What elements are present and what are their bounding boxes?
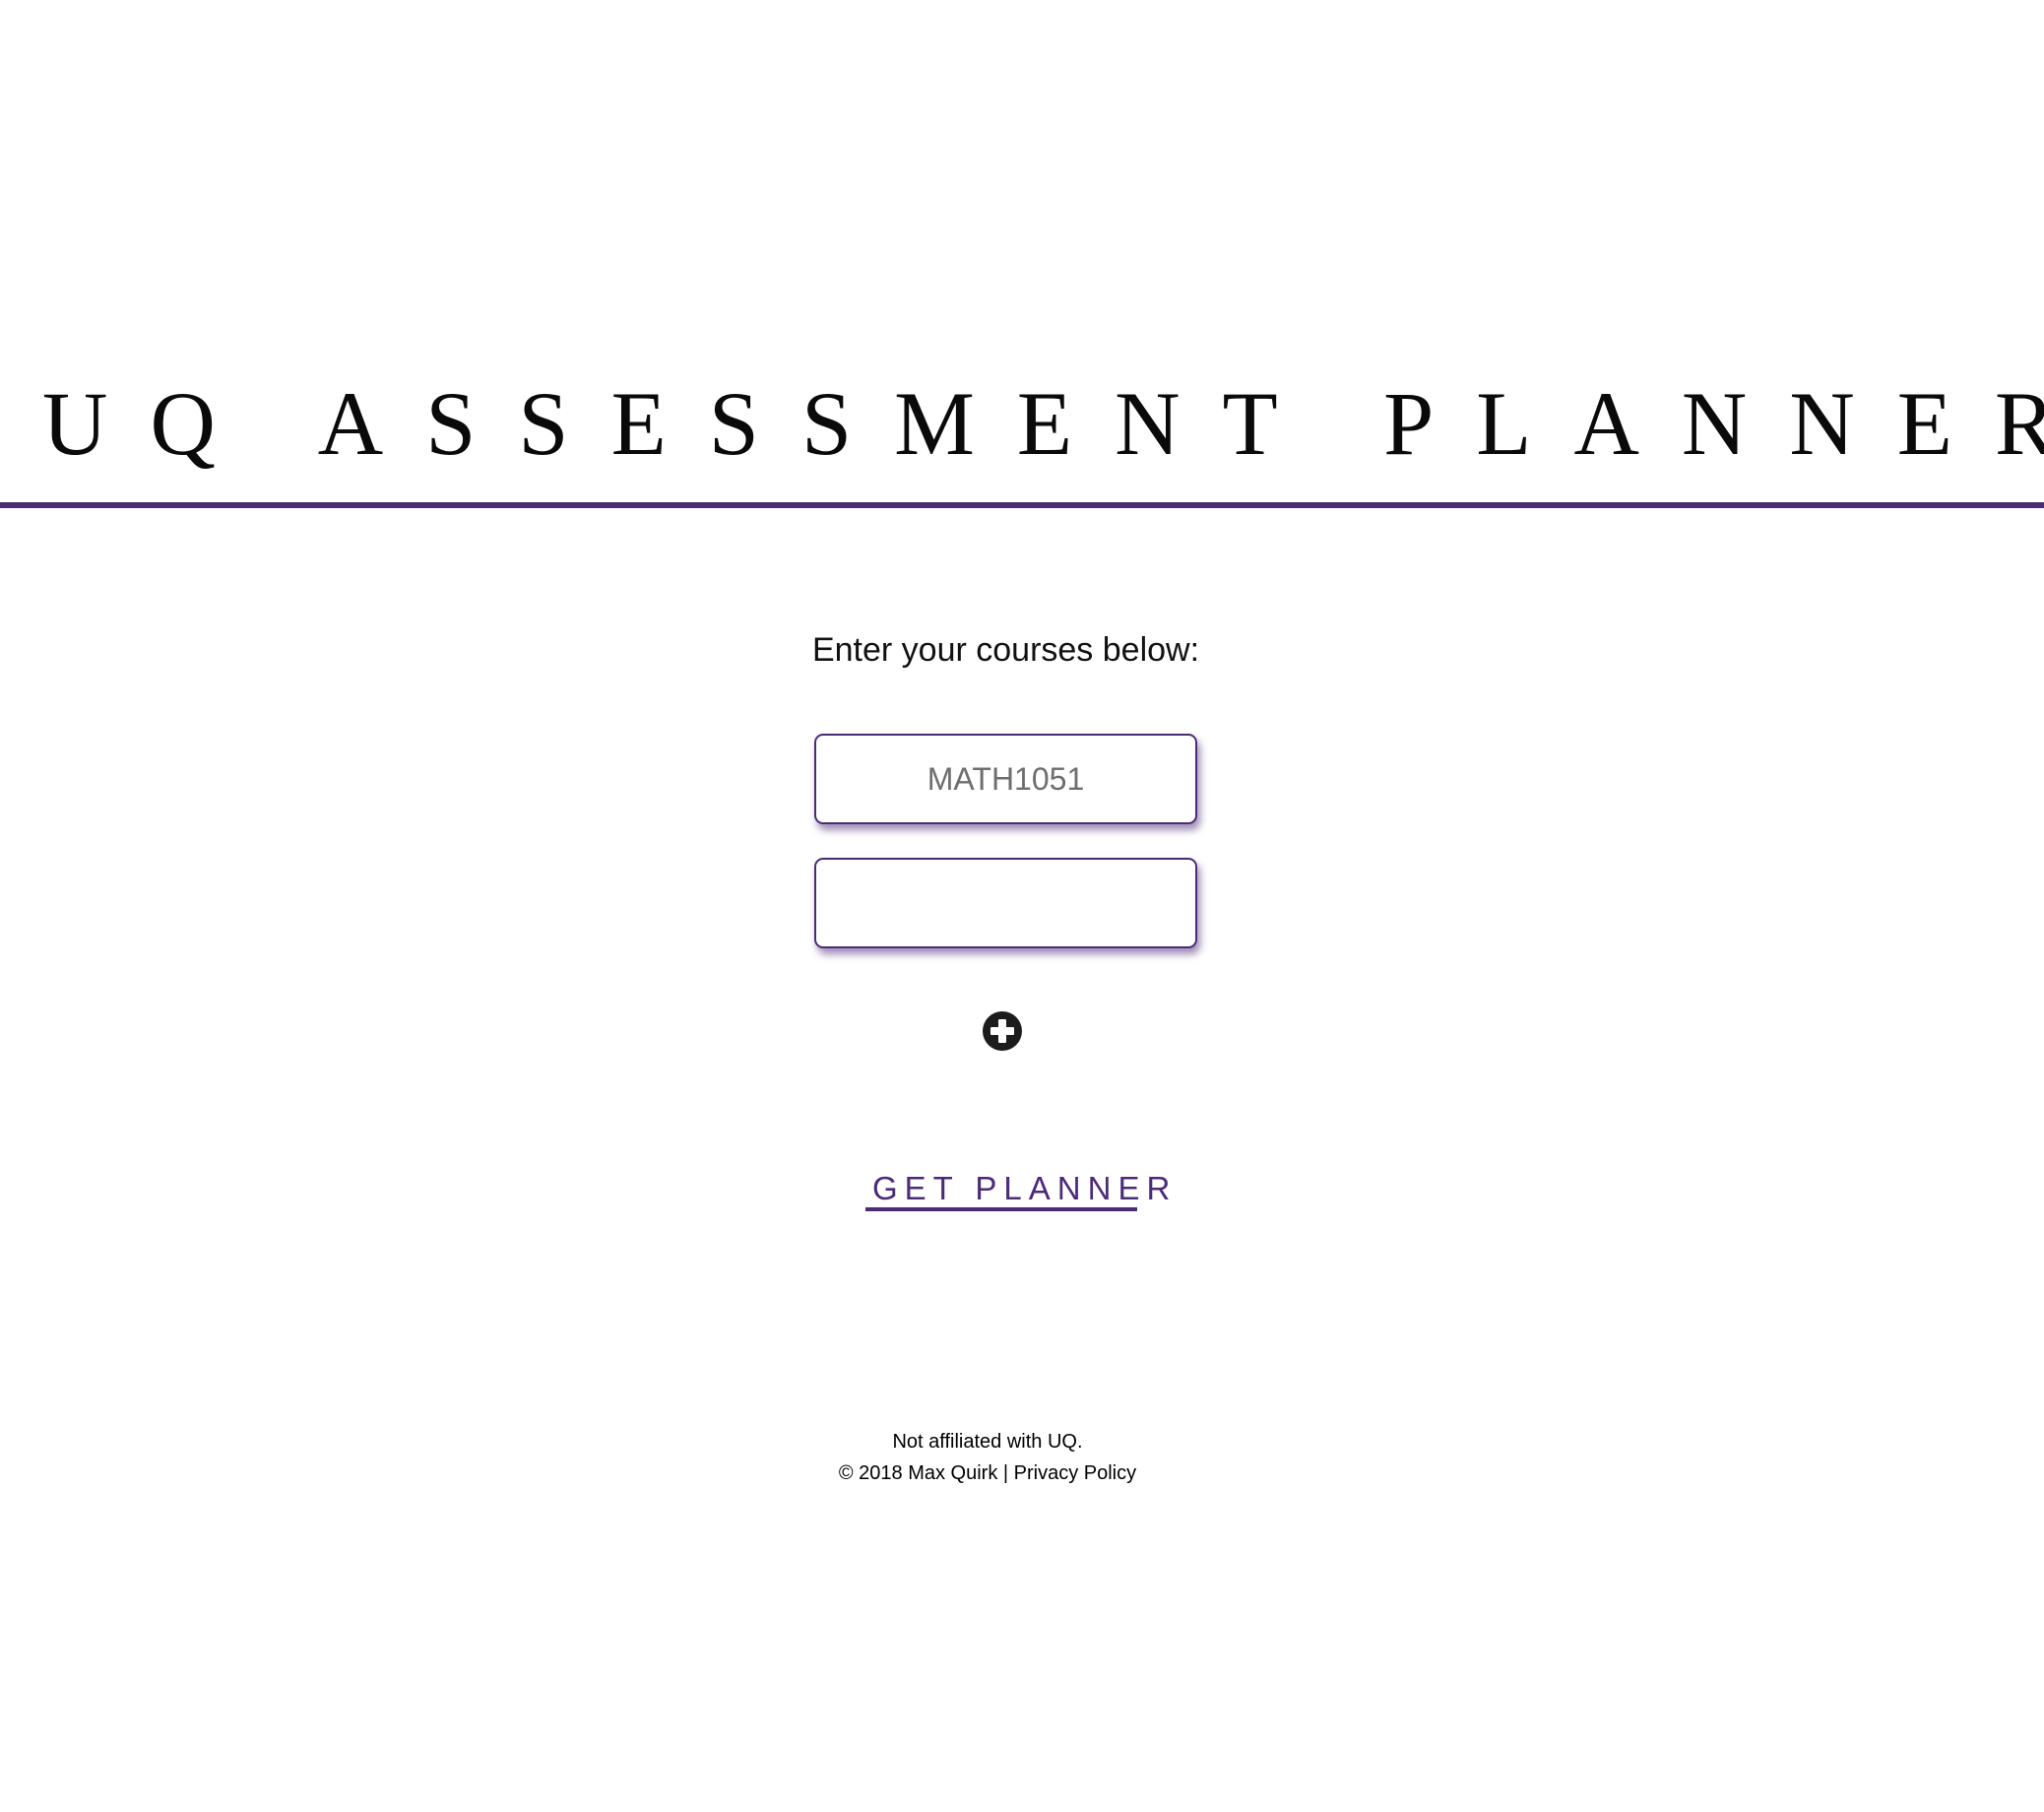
site-title: UQ ASSESSMENT PLANNER	[42, 373, 2044, 474]
site-footer: Not affiliated with UQ. © 2018 Max Quirk…	[0, 1426, 1975, 1489]
disclaimer-text: Not affiliated with UQ.	[892, 1431, 1083, 1453]
header-divider	[0, 502, 2044, 508]
privacy-policy-link[interactable]: Privacy Policy	[1014, 1462, 1136, 1484]
footer-separator: |	[1002, 1462, 1009, 1484]
course-input-1[interactable]	[814, 734, 1197, 824]
course-input-2[interactable]	[814, 858, 1197, 948]
copyright-line: © 2018 Max Quirk | Privacy Policy	[0, 1457, 1975, 1489]
add-course-button[interactable]	[983, 1011, 1022, 1051]
copyright-text: © 2018 Max Quirk	[838, 1462, 998, 1484]
site-header: UQ ASSESSMENT PLANNER	[0, 364, 2044, 512]
get-planner-underline	[865, 1207, 1137, 1211]
courses-prompt: Enter your courses below:	[811, 631, 1200, 669]
